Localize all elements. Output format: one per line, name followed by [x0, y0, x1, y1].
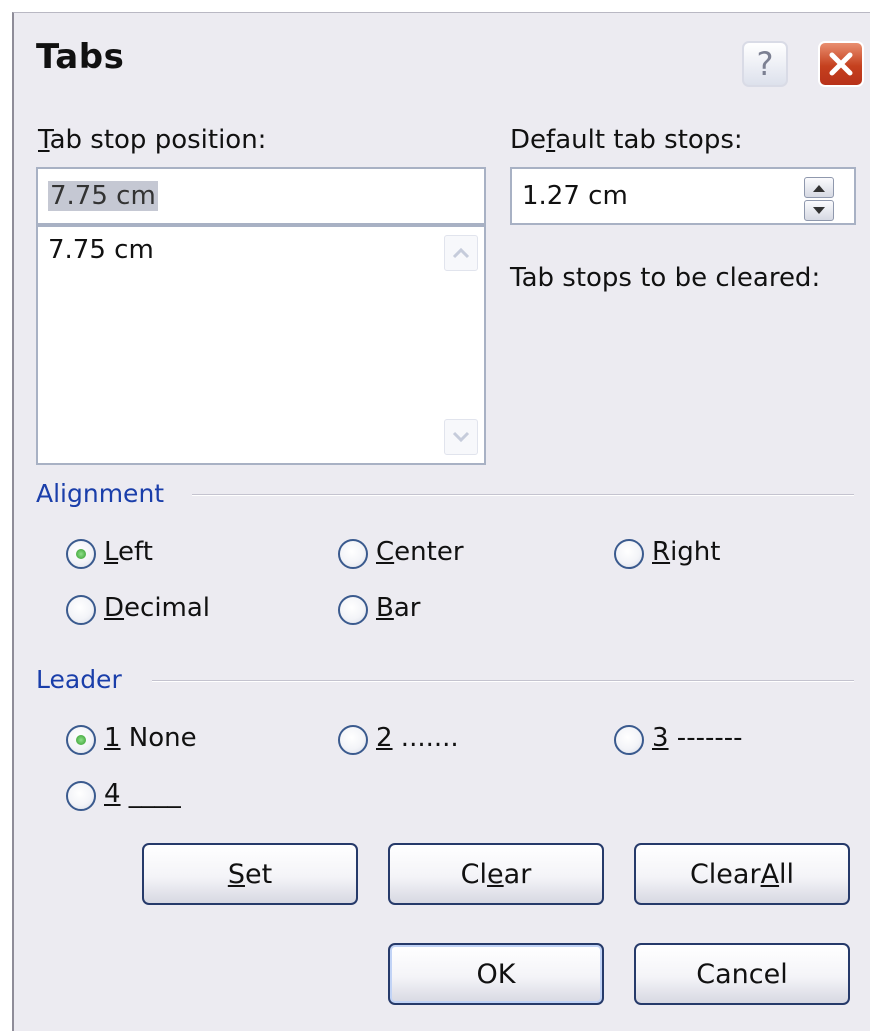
alignment-bar-radio[interactable] [338, 595, 368, 625]
alignment-separator [192, 494, 854, 496]
alignment-left-label[interactable]: Left [104, 537, 153, 567]
leader-4-underline-label[interactable]: 4 ____ [104, 779, 181, 809]
alignment-right-radio[interactable] [614, 539, 644, 569]
alignment-left-radio[interactable] [66, 539, 96, 569]
leader-3-dashes-label[interactable]: 3 ------- [652, 723, 742, 753]
tabs-dialog: Tabs ? Tab stop position: 7.75 cm 7.75 c… [12, 12, 870, 1031]
tab-stop-position-label: Tab stop position: [38, 125, 267, 155]
alignment-decimal-label[interactable]: Decimal [104, 593, 210, 623]
arrow-up-icon [813, 184, 825, 192]
leader-1-none-radio[interactable] [66, 725, 96, 755]
leader-1-none-label[interactable]: 1 None [104, 723, 197, 753]
title-bar[interactable]: Tabs ? [14, 13, 870, 105]
scroll-up-button[interactable] [444, 235, 478, 271]
clear-all-button[interactable]: Clear All [634, 843, 850, 905]
alignment-center-radio[interactable] [338, 539, 368, 569]
alignment-group-title: Alignment [36, 479, 165, 508]
alignment-right-label[interactable]: Right [652, 537, 720, 567]
leader-group-title: Leader [36, 665, 122, 694]
close-button[interactable] [818, 41, 864, 87]
close-icon [829, 52, 853, 76]
cancel-button[interactable]: Cancel [634, 943, 850, 1005]
scroll-down-button[interactable] [444, 419, 478, 455]
clear-button[interactable]: Cl e ar [388, 843, 604, 905]
spin-up-button[interactable] [804, 177, 834, 198]
alignment-bar-label[interactable]: Bar [376, 593, 420, 623]
arrow-down-icon [813, 206, 825, 214]
tab-stop-list-item[interactable]: 7.75 cm [48, 235, 154, 265]
leader-separator [152, 680, 854, 682]
chevron-down-icon [452, 431, 470, 443]
alignment-center-label[interactable]: Center [376, 537, 464, 567]
alignment-decimal-radio[interactable] [66, 595, 96, 625]
leader-4-underline-radio[interactable] [66, 781, 96, 811]
question-mark-icon: ? [756, 45, 774, 83]
leader-2-dots-label[interactable]: 2 ....... [376, 723, 459, 753]
help-button[interactable]: ? [742, 41, 788, 87]
tab-stop-list[interactable]: 7.75 cm [36, 225, 486, 465]
leader-2-dots-radio[interactable] [338, 725, 368, 755]
default-tab-stops-value: 1.27 cm [522, 181, 628, 211]
default-tab-stops-spinner[interactable] [804, 177, 834, 221]
dialog-title: Tabs [36, 37, 125, 77]
default-tab-stops-label: Default tab stops: [510, 125, 743, 155]
tab-stop-position-value: 7.75 cm [48, 181, 158, 211]
tab-stops-to-be-cleared-label: Tab stops to be cleared: [510, 263, 821, 293]
leader-3-dashes-radio[interactable] [614, 725, 644, 755]
spin-down-button[interactable] [804, 200, 834, 221]
chevron-up-icon [452, 247, 470, 259]
tab-stop-position-input[interactable]: 7.75 cm [36, 167, 486, 225]
ok-button[interactable]: OK [388, 943, 604, 1005]
set-button[interactable]: Set [142, 843, 358, 905]
